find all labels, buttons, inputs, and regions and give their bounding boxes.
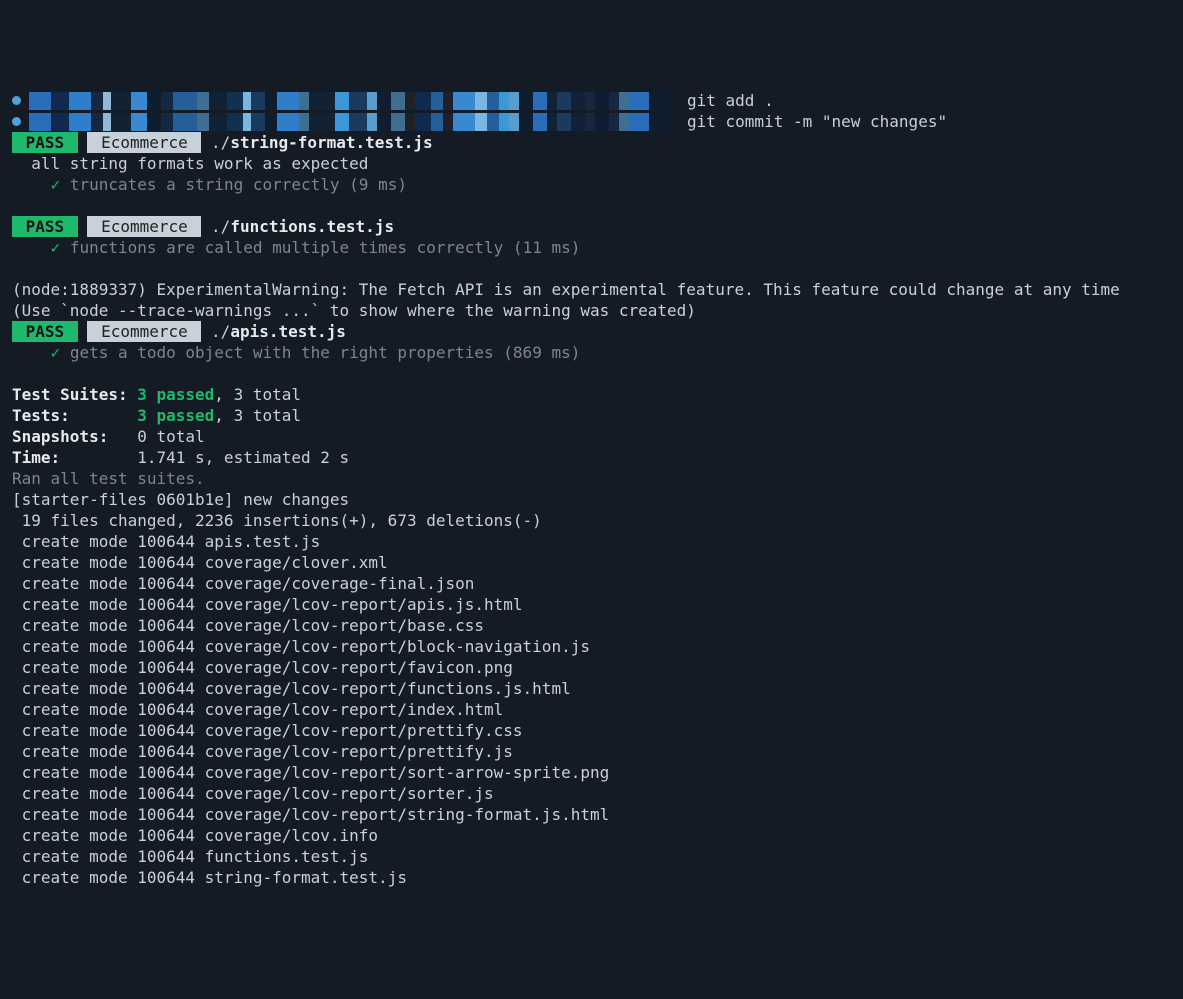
prompt-pixelbar	[29, 113, 673, 131]
check-icon: ✓	[51, 343, 61, 362]
summary-passed: 3 passed	[137, 385, 214, 404]
test-file: string-format.test.js	[230, 133, 432, 152]
test-it-line: ✓ gets a todo object with the right prop…	[12, 342, 1171, 363]
summary-rest: 1.741 s, estimated 2 s	[137, 448, 349, 467]
test-suite-header: PASS Ecommerce ./string-format.test.js	[12, 132, 1171, 153]
test-file: apis.test.js	[230, 322, 346, 341]
summary-label: Time:	[12, 448, 60, 467]
project-badge: Ecommerce	[87, 321, 201, 342]
commit-file-line: create mode 100644 coverage/lcov-report/…	[12, 594, 1171, 615]
project-badge: Ecommerce	[87, 132, 201, 153]
terminal-output[interactable]: git add .git commit -m "new changes" PAS…	[12, 90, 1171, 888]
prompt-pixelbar	[29, 92, 673, 110]
blank-line	[12, 363, 1171, 384]
prompt-bullet-icon	[12, 96, 21, 105]
prompt-bullet-icon	[12, 117, 21, 126]
summary-label: Snapshots:	[12, 427, 108, 446]
commit-file-line: create mode 100644 functions.test.js	[12, 846, 1171, 867]
summary-line: Time: 1.741 s, estimated 2 s	[12, 447, 1171, 468]
commit-file-line: create mode 100644 coverage/lcov-report/…	[12, 657, 1171, 678]
check-icon: ✓	[51, 175, 61, 194]
commit-file-line: create mode 100644 coverage/lcov-report/…	[12, 741, 1171, 762]
summary-label: Test Suites:	[12, 385, 128, 404]
test-it-line: ✓ truncates a string correctly (9 ms)	[12, 174, 1171, 195]
commit-file-line: create mode 100644 coverage/coverage-fin…	[12, 573, 1171, 594]
pass-badge: PASS	[12, 321, 78, 342]
command-text: git add .	[687, 90, 774, 111]
summary-rest: , 3 total	[214, 385, 301, 404]
describe-line: all string formats work as expected	[12, 153, 1171, 174]
prompt-line[interactable]: git commit -m "new changes"	[12, 111, 1171, 132]
commit-file-line: create mode 100644 coverage/lcov-report/…	[12, 783, 1171, 804]
project-badge: Ecommerce	[87, 216, 201, 237]
path-prefix: ./	[211, 133, 230, 152]
summary-label: Tests:	[12, 406, 70, 425]
commit-file-line: create mode 100644 coverage/lcov-report/…	[12, 699, 1171, 720]
summary-line: Test Suites: 3 passed, 3 total	[12, 384, 1171, 405]
summary-rest: 0 total	[137, 427, 204, 446]
commit-stats: 19 files changed, 2236 insertions(+), 67…	[12, 510, 1171, 531]
pass-badge: PASS	[12, 216, 78, 237]
commit-file-line: create mode 100644 coverage/lcov-report/…	[12, 615, 1171, 636]
summary-rest: , 3 total	[214, 406, 301, 425]
commit-file-line: create mode 100644 coverage/clover.xml	[12, 552, 1171, 573]
commit-header: [starter-files 0601b1e] new changes	[12, 489, 1171, 510]
warning-line: (node:1889337) ExperimentalWarning: The …	[12, 279, 1171, 300]
commit-file-line: create mode 100644 coverage/lcov.info	[12, 825, 1171, 846]
check-icon: ✓	[51, 238, 61, 257]
pass-badge: PASS	[12, 132, 78, 153]
blank-line	[12, 195, 1171, 216]
prompt-line[interactable]: git add .	[12, 90, 1171, 111]
test-it-text: gets a todo object with the right proper…	[70, 343, 581, 362]
summary-line: Snapshots: 0 total	[12, 426, 1171, 447]
command-text: git commit -m "new changes"	[687, 111, 947, 132]
test-suite-header: PASS Ecommerce ./functions.test.js	[12, 216, 1171, 237]
test-it-text: truncates a string correctly (9 ms)	[70, 175, 407, 194]
commit-file-line: create mode 100644 coverage/lcov-report/…	[12, 762, 1171, 783]
warning-line: (Use `node --trace-warnings ...` to show…	[12, 300, 1171, 321]
test-suite-header: PASS Ecommerce ./apis.test.js	[12, 321, 1171, 342]
test-file: functions.test.js	[230, 217, 394, 236]
commit-file-line: create mode 100644 string-format.test.js	[12, 867, 1171, 888]
blank-line	[12, 258, 1171, 279]
path-prefix: ./	[211, 322, 230, 341]
ran-all-line: Ran all test suites.	[12, 468, 1171, 489]
summary-passed: 3 passed	[137, 406, 214, 425]
test-it-text: functions are called multiple times corr…	[70, 238, 581, 257]
path-prefix: ./	[211, 217, 230, 236]
commit-file-line: create mode 100644 coverage/lcov-report/…	[12, 636, 1171, 657]
commit-file-line: create mode 100644 coverage/lcov-report/…	[12, 678, 1171, 699]
test-it-line: ✓ functions are called multiple times co…	[12, 237, 1171, 258]
commit-file-line: create mode 100644 coverage/lcov-report/…	[12, 804, 1171, 825]
commit-file-line: create mode 100644 coverage/lcov-report/…	[12, 720, 1171, 741]
commit-file-line: create mode 100644 apis.test.js	[12, 531, 1171, 552]
summary-line: Tests: 3 passed, 3 total	[12, 405, 1171, 426]
